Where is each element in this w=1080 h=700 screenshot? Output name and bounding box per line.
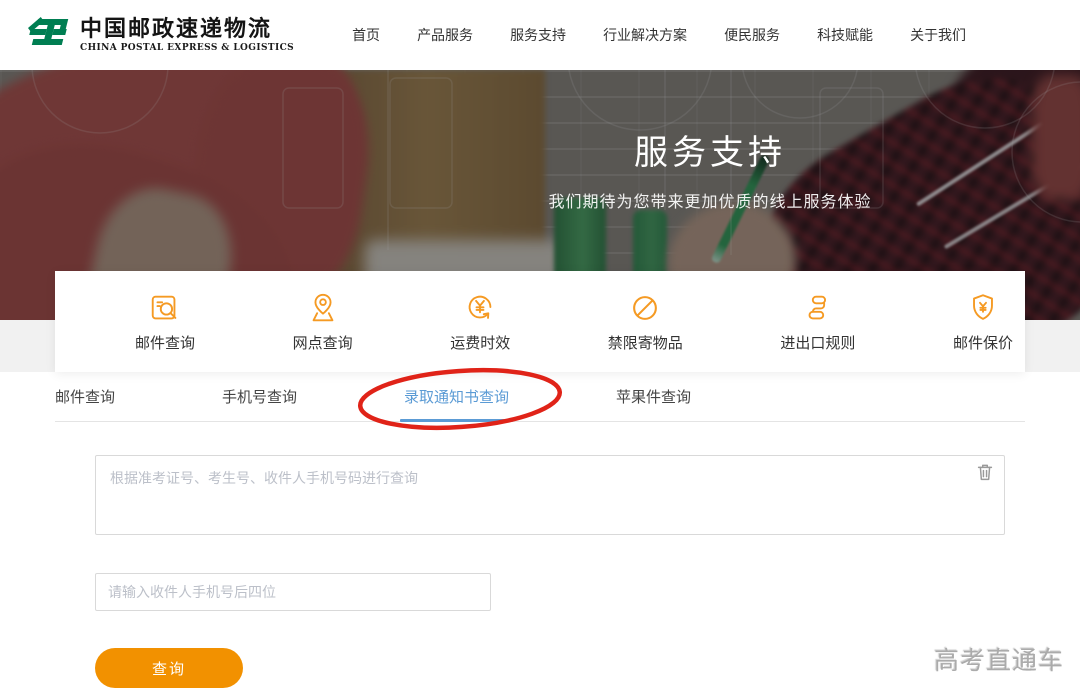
query-button[interactable]: 查询 — [95, 648, 243, 688]
service-import-export-rules[interactable]: 进出口规则 — [780, 291, 855, 353]
tab-mail-query[interactable]: 邮件查询 — [55, 372, 115, 421]
service-mail-query[interactable]: 邮件查询 — [135, 291, 195, 353]
service-branch-query[interactable]: 网点查询 — [293, 291, 353, 353]
page-subtitle: 我们期待为您带来更加优质的线上服务体验 — [548, 194, 872, 211]
brand-name: 中国邮政速递物流 CHINA POSTAL EXPRESS & LOGISTIC… — [80, 17, 294, 53]
import-export-rules-icon — [808, 295, 826, 319]
trash-icon — [977, 464, 993, 481]
brand-name-cn: 中国邮政速递物流 — [80, 15, 273, 42]
phone-field-wrap — [95, 573, 491, 611]
clear-button[interactable] — [973, 461, 997, 485]
main-nav: 首页 产品服务 服务支持 行业解决方案 便民服务 科技赋能 关于我们 — [352, 25, 966, 45]
services-card: 邮件查询 网点查询 运费时效 禁限寄物品 进出口规则 邮件保价 — [55, 271, 1025, 372]
mail-search-icon — [151, 295, 177, 319]
page-title: 服务支持 — [634, 134, 786, 172]
header: 中国邮政速递物流 CHINA POSTAL EXPRESS & LOGISTIC… — [0, 0, 1080, 70]
watermark-text: 高考直通车 — [933, 647, 1064, 675]
brand-name-en: CHINA POSTAL EXPRESS & LOGISTICS — [80, 43, 295, 54]
service-label: 禁限寄物品 — [607, 334, 683, 352]
nav-item-convenience-services[interactable]: 便民服务 — [724, 25, 780, 45]
service-label: 运费时效 — [450, 334, 511, 352]
hero-text: 服务支持 我们期待为您带来更加优质的线上服务体验 — [340, 70, 1080, 212]
service-label: 邮件查询 — [135, 334, 196, 352]
tab-apple-query[interactable]: 苹果件查询 — [616, 372, 691, 421]
phone-last4-input[interactable] — [95, 573, 491, 611]
service-mail-insurance[interactable]: 邮件保价 — [953, 291, 1013, 353]
nav-item-home[interactable]: 首页 — [352, 25, 380, 45]
service-label: 进出口规则 — [780, 334, 856, 352]
location-pin-icon — [312, 293, 333, 321]
nav-item-about[interactable]: 关于我们 — [910, 25, 966, 45]
china-post-emblem-icon — [28, 17, 69, 45]
nav-item-industry-solutions[interactable]: 行业解决方案 — [603, 25, 687, 45]
service-freight-time[interactable]: 运费时效 — [450, 291, 510, 353]
service-label: 邮件保价 — [952, 334, 1013, 352]
prohibited-items-icon — [633, 295, 658, 320]
nav-item-products[interactable]: 产品服务 — [417, 25, 473, 45]
page: 中国邮政速递物流 CHINA POSTAL EXPRESS & LOGISTIC… — [0, 0, 1080, 700]
brand-logo[interactable]: 中国邮政速递物流 CHINA POSTAL EXPRESS & LOGISTIC… — [24, 12, 294, 58]
mail-insurance-icon — [973, 293, 993, 320]
tab-admission-letter-query[interactable]: 录取通知书查询 — [400, 372, 514, 422]
tab-phone-query[interactable]: 手机号查询 — [222, 372, 297, 421]
freight-time-icon — [468, 295, 492, 319]
nav-item-technology[interactable]: 科技赋能 — [817, 25, 873, 45]
nav-item-service-support[interactable]: 服务支持 — [510, 25, 566, 45]
service-prohibited-items[interactable]: 禁限寄物品 — [608, 291, 683, 353]
query-form — [95, 455, 1005, 535]
admission-query-textarea[interactable] — [95, 455, 1005, 535]
query-tabs: 邮件查询 手机号查询 录取通知书查询 苹果件查询 — [55, 372, 1025, 422]
service-label: 网点查询 — [292, 334, 353, 352]
